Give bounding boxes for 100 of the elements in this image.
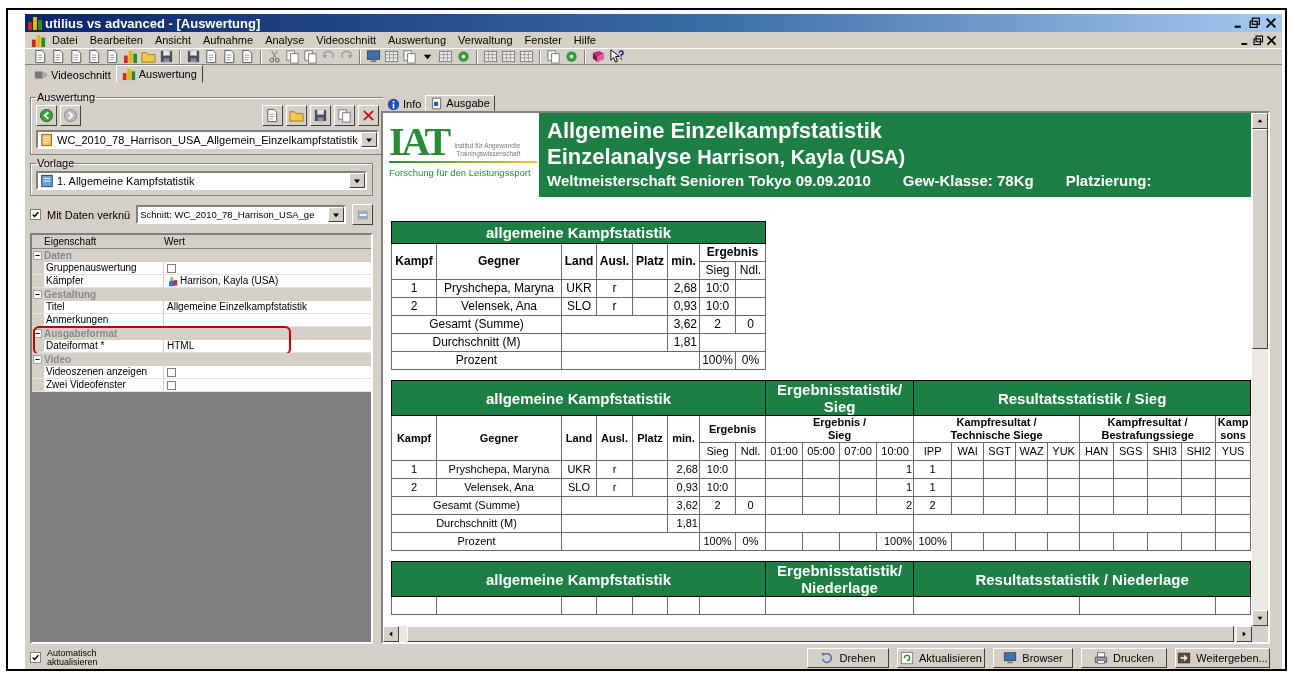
document-icon[interactable] <box>240 49 255 64</box>
save-button[interactable] <box>309 105 331 126</box>
table-cell: Gesamt (Summe) <box>391 315 562 334</box>
restore-icon[interactable] <box>1252 33 1265 47</box>
group-label: Auswertung <box>36 91 97 103</box>
property-value[interactable]: Harrison, Kayla (USA) <box>180 275 279 287</box>
file-dropdown[interactable]: WC_2010_78_Harrison_USA_Allgemein_Einzelkampfstatistik <box>36 130 379 149</box>
new-button[interactable] <box>261 105 283 126</box>
copy-button[interactable] <box>333 105 355 126</box>
document-icon[interactable] <box>105 49 120 64</box>
checkbox[interactable] <box>167 367 176 377</box>
table-cell: 0,93 <box>667 478 700 497</box>
property-name: Gruppenauswertung <box>44 262 164 274</box>
tab[interactable]: Auswertung <box>115 65 203 83</box>
table-cell: UKR <box>561 279 597 298</box>
tab[interactable]: Ausgabe <box>425 95 495 111</box>
copy-icon[interactable] <box>402 49 417 64</box>
menu-item[interactable]: Bearbeiten <box>83 34 149 46</box>
document-icon[interactable] <box>204 49 219 64</box>
toolbar-button[interactable]: Drucken <box>1081 647 1167 668</box>
grid-icon[interactable] <box>519 49 534 64</box>
menu-item[interactable]: Datei <box>46 34 84 46</box>
grid-icon[interactable] <box>501 49 516 64</box>
menu-item[interactable]: Fenster <box>518 34 568 46</box>
checkbox[interactable] <box>167 263 176 273</box>
link-button[interactable] <box>352 204 373 225</box>
column-header: Kampf <box>391 243 437 280</box>
grid-icon[interactable] <box>483 49 498 64</box>
scissors-icon[interactable] <box>267 49 282 64</box>
help-icon[interactable] <box>609 49 624 64</box>
monitor-icon[interactable] <box>366 49 381 64</box>
table-cell: SLO <box>561 478 597 497</box>
table-cell: 100% <box>699 532 736 551</box>
copy-icon[interactable] <box>303 49 318 64</box>
toolbar-button[interactable]: Drehen <box>807 647 889 668</box>
property-value[interactable]: HTML <box>167 340 195 352</box>
horizontal-scrollbar[interactable] <box>383 626 1252 642</box>
menu-item[interactable]: Aufnahme <box>197 34 260 46</box>
toolbar-button[interactable]: Aktualisieren <box>897 647 985 668</box>
document-icon[interactable] <box>222 49 237 64</box>
table-cell: Pryshchepa, Maryna <box>436 279 562 298</box>
vertical-scrollbar[interactable] <box>1252 113 1268 626</box>
column-subheader: SHI3 <box>1147 442 1182 461</box>
checkbox[interactable] <box>167 380 176 390</box>
copy-icon[interactable] <box>546 49 561 64</box>
file-icon <box>40 132 54 147</box>
menu-item[interactable]: Hilfe <box>567 34 602 46</box>
column-header: Ergebnis <box>699 415 766 443</box>
column-header: Gegner <box>436 243 562 280</box>
grid-icon[interactable] <box>384 49 399 64</box>
collapse-icon[interactable] <box>32 328 43 339</box>
property-name: Zwei Videofenster <box>44 379 164 391</box>
property-value[interactable]: Allgemeine Einzelkampfstatistik <box>167 301 308 313</box>
report-detail: Gew-Klasse: 78Kg <box>902 172 1034 189</box>
menu-item[interactable]: Analyse <box>259 34 311 46</box>
close-icon[interactable] <box>1264 16 1278 30</box>
table-cell: Velensek, Ana <box>436 478 562 497</box>
table-cell: 0,93 <box>667 297 700 316</box>
document-icon[interactable] <box>33 49 48 64</box>
table-cell: 100% <box>913 532 952 551</box>
section-header: allgemeine Kampfstatistik <box>391 221 766 244</box>
menu-item[interactable]: Ansicht <box>148 34 197 46</box>
collapse-icon[interactable] <box>32 289 43 300</box>
copy-icon[interactable] <box>285 49 300 64</box>
menu-item[interactable]: Verwaltung <box>452 34 519 46</box>
gear-icon[interactable] <box>564 49 579 64</box>
table-cell: 1 <box>391 279 437 298</box>
cut-dropdown[interactable]: Schnitt: WC_2010_78_Harrison_USA_ge <box>136 205 346 224</box>
checkbox[interactable] <box>30 652 41 663</box>
menu-item[interactable]: Videoschnitt <box>310 34 382 46</box>
gear-icon[interactable] <box>456 49 471 64</box>
collapse-icon[interactable] <box>32 354 43 365</box>
column-subheader: 10:00 <box>876 442 914 461</box>
column-header: Ausl. <box>596 243 633 280</box>
document-icon[interactable] <box>51 49 66 64</box>
back-button[interactable] <box>36 105 57 126</box>
document-icon[interactable] <box>87 49 102 64</box>
chart-icon[interactable] <box>123 49 138 64</box>
column-subheader: IPP <box>913 442 952 461</box>
toolbar-button[interactable]: Weitergeben... <box>1175 647 1270 668</box>
restore-icon[interactable] <box>1248 16 1262 30</box>
template-dropdown[interactable]: 1. Allgemeine Kampfstatistik <box>36 171 367 190</box>
close-icon[interactable] <box>1265 33 1278 47</box>
column-subheader: Sieg <box>699 261 736 280</box>
column-subheader: Ndl. <box>735 261 766 280</box>
open-button[interactable] <box>285 105 307 126</box>
column-header: min. <box>667 243 700 280</box>
forward-button[interactable] <box>60 105 81 126</box>
table-cell: 1 <box>913 478 952 497</box>
menu-item[interactable]: Auswertung <box>382 34 453 46</box>
column-header: Kampfresultat / Technische Siege <box>913 415 1080 443</box>
delete-button[interactable] <box>357 105 379 126</box>
table-cell: 2,68 <box>667 460 700 479</box>
document-icon[interactable] <box>69 49 84 64</box>
toolbar-button[interactable]: Browser <box>993 647 1073 668</box>
checkbox[interactable] <box>30 209 41 220</box>
book-icon[interactable] <box>591 49 606 64</box>
table-cell: 2,68 <box>667 279 700 298</box>
section-header: Ergebnisstatistik/ Niederlage <box>765 561 914 597</box>
collapse-icon[interactable] <box>32 250 43 261</box>
